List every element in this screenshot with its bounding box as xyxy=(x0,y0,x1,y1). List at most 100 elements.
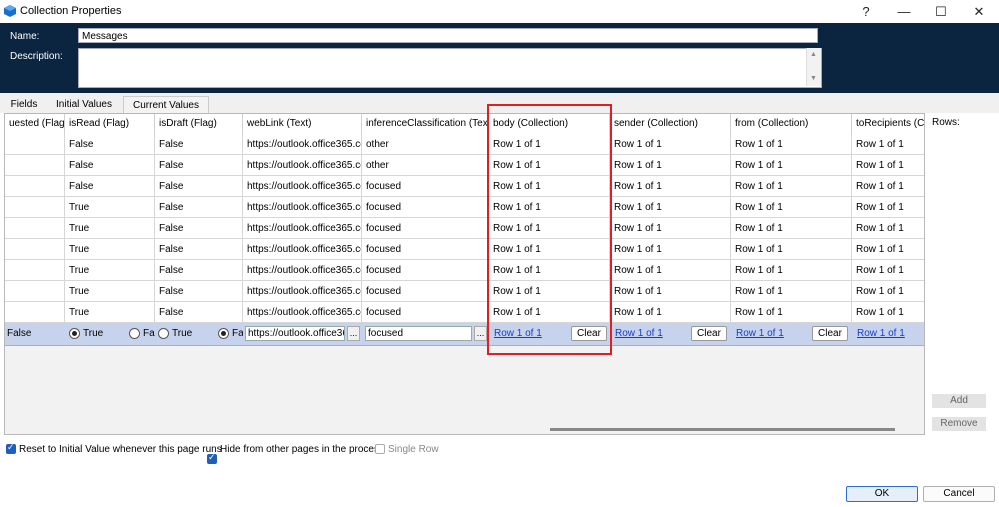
table-cell[interactable]: Row 1 of 1 xyxy=(731,281,852,302)
table-cell[interactable]: https://outlook.office365.co... xyxy=(243,176,362,197)
flag-value[interactable]: False xyxy=(7,323,31,345)
radio-selected-icon[interactable] xyxy=(218,327,229,339)
help-button[interactable]: ? xyxy=(847,0,885,23)
table-cell[interactable]: Row 1 of 1 xyxy=(731,134,852,155)
table-cell[interactable]: https://outlook.office365.co... xyxy=(243,218,362,239)
description-input[interactable] xyxy=(78,48,822,88)
table-cell[interactable]: Row 1 of 1 xyxy=(489,155,610,176)
table-cell[interactable]: https://outlook.office365.co... xyxy=(243,239,362,260)
scroll-up-icon[interactable]: ▲ xyxy=(810,51,817,58)
radio-unselected-icon[interactable] xyxy=(158,327,169,339)
table-cell[interactable]: Row 1 of 1 xyxy=(731,239,852,260)
table-cell[interactable]: False xyxy=(155,281,243,302)
name-input[interactable]: Messages xyxy=(78,28,818,43)
sender-clear-button[interactable]: Clear xyxy=(691,326,727,341)
table-cell[interactable]: False xyxy=(155,260,243,281)
table-cell[interactable]: False xyxy=(155,155,243,176)
minimize-button[interactable]: — xyxy=(885,0,923,23)
table-cell[interactable]: False xyxy=(155,176,243,197)
table-cell[interactable]: Row 1 of 1 xyxy=(489,239,610,260)
table-cell[interactable]: focused xyxy=(362,302,489,323)
close-button[interactable]: ✕ xyxy=(960,0,998,23)
table-cell[interactable]: Row 1 of 1 xyxy=(610,239,731,260)
table-cell[interactable]: False xyxy=(65,134,155,155)
isdraft-true-radio[interactable]: True xyxy=(158,323,192,345)
torecipients-link[interactable]: Row 1 of 1 xyxy=(857,323,905,345)
table-cell[interactable]: True xyxy=(65,197,155,218)
table-cell[interactable]: Row 1 of 1 xyxy=(852,260,924,281)
description-scrollbar[interactable]: ▲ ▼ xyxy=(806,48,821,86)
table-cell[interactable]: Row 1 of 1 xyxy=(731,218,852,239)
table-cell[interactable]: Row 1 of 1 xyxy=(731,197,852,218)
table-cell[interactable]: False xyxy=(155,239,243,260)
table-cell[interactable]: Row 1 of 1 xyxy=(852,176,924,197)
ok-button[interactable]: OK xyxy=(846,486,918,502)
table-cell[interactable]: Row 1 of 1 xyxy=(489,302,610,323)
table-cell[interactable]: Row 1 of 1 xyxy=(489,134,610,155)
table-cell[interactable]: Row 1 of 1 xyxy=(852,197,924,218)
table-cell[interactable]: Row 1 of 1 xyxy=(852,218,924,239)
from-clear-button[interactable]: Clear xyxy=(812,326,848,341)
table-cell[interactable]: https://outlook.office365.co... xyxy=(243,134,362,155)
body-clear-button[interactable]: Clear xyxy=(571,326,607,341)
hide-checkbox[interactable] xyxy=(207,452,217,464)
table-cell[interactable]: True xyxy=(65,260,155,281)
table-cell[interactable]: True xyxy=(65,239,155,260)
table-cell[interactable]: True xyxy=(65,281,155,302)
table-cell[interactable]: https://outlook.office365.co... xyxy=(243,281,362,302)
table-cell[interactable] xyxy=(5,302,65,323)
table-cell[interactable]: Row 1 of 1 xyxy=(852,155,924,176)
table-cell[interactable]: False xyxy=(155,197,243,218)
table-cell[interactable]: True xyxy=(65,218,155,239)
table-cell[interactable]: other xyxy=(362,155,489,176)
table-cell[interactable]: Row 1 of 1 xyxy=(610,218,731,239)
table-cell[interactable] xyxy=(5,197,65,218)
table-cell[interactable]: Row 1 of 1 xyxy=(610,176,731,197)
table-cell[interactable] xyxy=(5,134,65,155)
radio-selected-icon[interactable] xyxy=(69,327,80,339)
values-grid[interactable]: uested (Flag) isRead (Flag) isDraft (Flag)… xyxy=(4,113,925,435)
isread-true-radio[interactable]: True xyxy=(69,323,103,345)
weblink-input[interactable]: https://outlook.office365 xyxy=(245,326,345,341)
table-cell[interactable]: https://outlook.office365.co... xyxy=(243,302,362,323)
table-cell[interactable]: focused xyxy=(362,239,489,260)
table-cell[interactable]: focused xyxy=(362,218,489,239)
table-cell[interactable]: Row 1 of 1 xyxy=(489,176,610,197)
table-cell[interactable]: Row 1 of 1 xyxy=(489,218,610,239)
inference-input[interactable]: focused xyxy=(365,326,472,341)
horizontal-scrollbar[interactable] xyxy=(550,428,895,431)
table-cell[interactable]: https://outlook.office365.co... xyxy=(243,155,362,176)
isdraft-false-radio[interactable]: Fa xyxy=(218,323,243,345)
maximize-button[interactable]: ☐ xyxy=(922,0,960,23)
table-cell[interactable]: Row 1 of 1 xyxy=(731,302,852,323)
table-cell[interactable]: Row 1 of 1 xyxy=(731,176,852,197)
table-cell[interactable]: focused xyxy=(362,197,489,218)
isread-false-radio[interactable]: Fa xyxy=(129,323,155,345)
table-cell[interactable]: Row 1 of 1 xyxy=(852,302,924,323)
table-cell[interactable] xyxy=(5,155,65,176)
table-cell[interactable]: Row 1 of 1 xyxy=(852,134,924,155)
table-cell[interactable] xyxy=(5,260,65,281)
table-cell[interactable]: Row 1 of 1 xyxy=(731,260,852,281)
table-cell[interactable]: Row 1 of 1 xyxy=(489,260,610,281)
table-cell[interactable]: focused xyxy=(362,260,489,281)
cancel-button[interactable]: Cancel xyxy=(923,486,995,502)
table-cell[interactable] xyxy=(5,239,65,260)
table-cell[interactable]: Row 1 of 1 xyxy=(610,260,731,281)
add-button[interactable]: Add xyxy=(932,394,986,408)
scroll-down-icon[interactable]: ▼ xyxy=(810,75,817,82)
table-cell[interactable]: Row 1 of 1 xyxy=(610,281,731,302)
table-cell[interactable]: Row 1 of 1 xyxy=(610,197,731,218)
table-cell[interactable]: Row 1 of 1 xyxy=(489,281,610,302)
table-cell[interactable]: Row 1 of 1 xyxy=(489,197,610,218)
reset-checkbox[interactable] xyxy=(6,442,16,454)
table-cell[interactable]: https://outlook.office365.co... xyxy=(243,260,362,281)
body-link[interactable]: Row 1 of 1 xyxy=(494,323,542,345)
table-cell[interactable] xyxy=(5,176,65,197)
table-cell[interactable]: False xyxy=(155,302,243,323)
from-link[interactable]: Row 1 of 1 xyxy=(736,323,784,345)
tab-fields[interactable]: Fields xyxy=(4,96,44,113)
table-cell[interactable]: focused xyxy=(362,176,489,197)
table-cell[interactable]: Row 1 of 1 xyxy=(610,155,731,176)
table-cell[interactable]: False xyxy=(155,218,243,239)
